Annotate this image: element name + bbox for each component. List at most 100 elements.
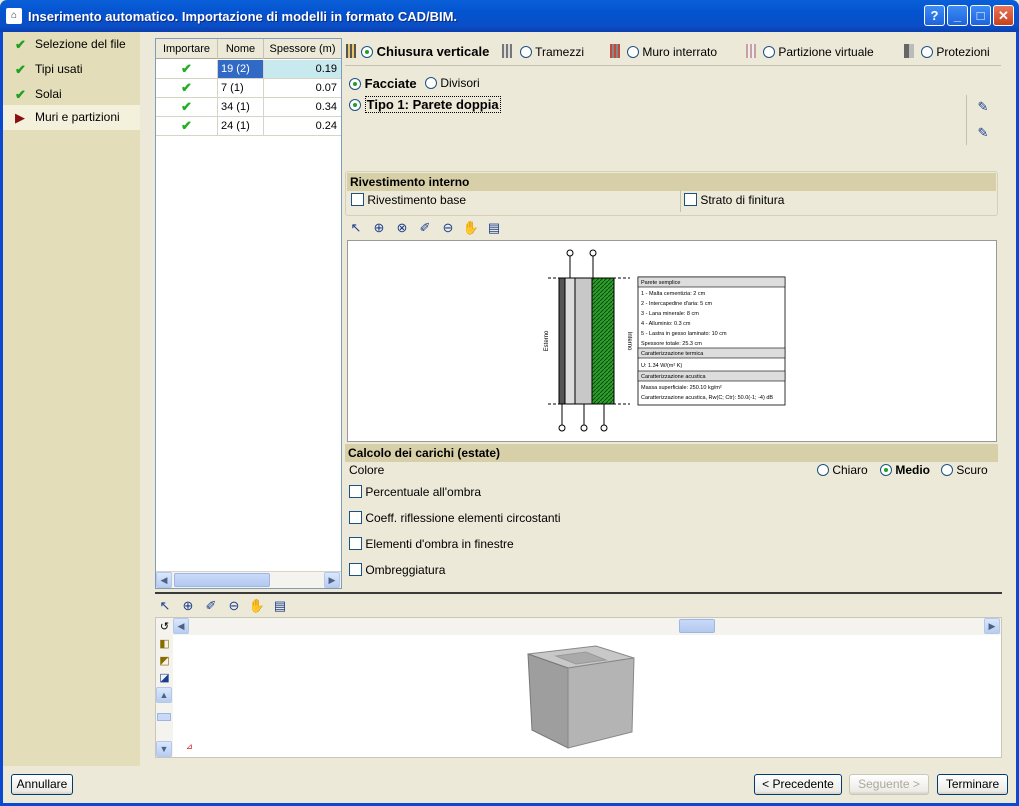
select-icon[interactable]: ↖ [347, 219, 365, 237]
view-3d-hscrollbar[interactable]: ◀ ▶ [173, 618, 1001, 635]
rotate-icon[interactable]: ↺ [156, 618, 173, 634]
select-3d-icon[interactable]: ↖ [156, 597, 174, 615]
elementi-ombra-checkbox[interactable]: Elementi d'ombra in finestre [349, 537, 514, 551]
row-spessore: 0.19 [264, 60, 341, 78]
legend-layer: 5 - Lastra in gesso laminato: 10 cm [641, 331, 727, 337]
table-hscrollbar[interactable]: ◀ ▶ [156, 571, 341, 588]
colore-label: Colore [349, 463, 385, 477]
table-row[interactable]: ✔ 24 (1) 0.24 [156, 117, 341, 136]
scroll-left-icon[interactable]: ◀ [156, 572, 172, 588]
help-button[interactable]: ? [924, 5, 945, 26]
sidebar-item-selezione-file[interactable]: ✔ Selezione del file [3, 32, 140, 57]
col-header-spessore[interactable]: Spessore (m) [264, 39, 341, 59]
view-front-icon[interactable]: ◧ [156, 635, 173, 651]
previous-button[interactable]: < Precedente [754, 774, 842, 795]
divider [680, 190, 681, 212]
type-item-1[interactable]: Tipo 1: Parete doppia [349, 96, 501, 113]
import-check-icon[interactable]: ✔ [156, 79, 218, 97]
subtype-divisori[interactable]: Divisori [425, 76, 480, 90]
rivestimento-base-checkbox[interactable]: Rivestimento base [351, 193, 466, 207]
type-item-label: Tipo 1: Parete doppia [364, 96, 501, 113]
maximize-button[interactable]: □ [970, 5, 991, 26]
sidebar-item-tipi-usati[interactable]: ✔ Tipi usati [3, 57, 140, 82]
table-row[interactable]: ✔ 7 (1) 0.07 [156, 79, 341, 98]
cancel-button[interactable]: Annullare [11, 774, 73, 795]
subtype-facciate[interactable]: Facciate [349, 76, 417, 91]
scroll-up-icon[interactable]: ▲ [156, 687, 172, 703]
strato-finitura-checkbox[interactable]: Strato di finitura [684, 193, 784, 207]
splitter[interactable] [155, 592, 1002, 594]
pan-hand-icon[interactable]: ✋ [462, 219, 480, 237]
finish-button[interactable]: Terminare [937, 774, 1008, 795]
wall-type-tramezzi[interactable]: Tramezzi [520, 45, 584, 59]
pan-hand-3d-icon[interactable]: ✋ [248, 597, 266, 615]
view-3d[interactable]: ↺ ◧ ◩ ◪ ▲ ▼ ◀ ▶ ⊿ [155, 617, 1002, 758]
legend-title: Parete semplice [641, 280, 680, 286]
percentuale-ombra-checkbox[interactable]: Percentuale all'ombra [349, 485, 481, 499]
divider [345, 65, 1001, 66]
print-icon[interactable]: ▤ [485, 219, 503, 237]
scroll-right-icon[interactable]: ▶ [324, 572, 340, 588]
import-check-icon[interactable]: ✔ [156, 117, 218, 135]
title-bar: ⌂ Inserimento automatico. Importazione d… [0, 0, 1019, 32]
colore-chiaro[interactable]: Chiaro [817, 463, 868, 477]
measure-icon[interactable]: ✐ [416, 219, 434, 237]
edit-icon[interactable]: ✎ [974, 98, 992, 116]
edit-copy-icon[interactable]: ✎ [974, 124, 992, 142]
radio-label: Medio [895, 463, 931, 477]
legend-thermal-title: Caratterizzazione termica [641, 351, 704, 357]
radio-icon [817, 464, 829, 476]
walls-table: Importare Nome Spessore (m) ✔ 19 (2) 0.1… [155, 38, 342, 589]
wall-type-label: Protezioni [936, 45, 990, 59]
arrow-right-icon: ▶ [15, 110, 25, 125]
radio-label: Scuro [956, 463, 988, 477]
subtype-label: Divisori [440, 76, 480, 90]
sidebar-item-muri-partizioni[interactable]: ▶ Muri e partizioni [3, 105, 140, 130]
scroll-thumb[interactable] [157, 713, 171, 721]
col-header-nome[interactable]: Nome [218, 39, 264, 59]
wall-type-chiusura[interactable]: Chiusura verticale [361, 44, 489, 59]
scroll-thumb[interactable] [679, 619, 715, 633]
wall-type-interrato[interactable]: Muro interrato [627, 45, 717, 59]
legend-acoustic-title: Caratterizzazione acustica [641, 374, 706, 380]
radio-icon [941, 464, 953, 476]
close-button[interactable]: ✕ [993, 5, 1014, 26]
zoom-out-3d-icon[interactable]: ⊖ [225, 597, 243, 615]
table-row[interactable]: ✔ 19 (2) 0.19 [156, 60, 341, 79]
wall-type-protezioni[interactable]: Protezioni [921, 45, 990, 59]
zoom-out-icon[interactable]: ⊖ [439, 219, 457, 237]
measure-3d-icon[interactable]: ✐ [202, 597, 220, 615]
checkbox-icon [349, 563, 362, 576]
sidebar-item-label: Selezione del file [35, 37, 126, 51]
colore-medio[interactable]: Medio [880, 463, 930, 477]
print-3d-icon[interactable]: ▤ [271, 597, 289, 615]
zoom-2x-icon[interactable]: ⊗ [393, 219, 411, 237]
import-check-icon[interactable]: ✔ [156, 60, 218, 78]
view-3d-vscrollbar[interactable]: ↺ ◧ ◩ ◪ ▲ ▼ [156, 618, 173, 757]
scroll-thumb[interactable] [174, 573, 270, 587]
check-icon: ✔ [15, 37, 26, 52]
scroll-left-icon[interactable]: ◀ [173, 618, 189, 634]
legend-total: Spessore totale: 25.3 cm [641, 341, 702, 347]
ombreggiatura-checkbox[interactable]: Ombreggiatura [349, 563, 445, 577]
radio-icon [520, 46, 532, 58]
zoom-window-icon[interactable]: ⊕ [370, 219, 388, 237]
sidebar-item-solai[interactable]: ✔ Solai [3, 82, 140, 107]
sidebar-item-label: Tipi usati [35, 62, 83, 76]
coeff-riflessione-checkbox[interactable]: Coeff. riflessione elementi circostanti [349, 511, 561, 525]
wall-type-virtuale[interactable]: Partizione virtuale [763, 45, 874, 59]
zoom-window-3d-icon[interactable]: ⊕ [179, 597, 197, 615]
building-3d-model [527, 645, 635, 749]
next-button: Seguente > [849, 774, 929, 795]
partizione-virtuale-icon [746, 44, 756, 58]
minimize-button[interactable]: _ [947, 5, 968, 26]
wall-section-drawing: Esterno Interno Parete semplice 1 - Malt… [347, 240, 997, 442]
import-check-icon[interactable]: ✔ [156, 98, 218, 116]
scroll-right-icon[interactable]: ▶ [984, 618, 1000, 634]
view-iso-icon[interactable]: ◪ [156, 669, 173, 685]
colore-scuro[interactable]: Scuro [941, 463, 988, 477]
scroll-down-icon[interactable]: ▼ [156, 741, 172, 757]
col-header-importare[interactable]: Importare [156, 39, 218, 59]
table-row[interactable]: ✔ 34 (1) 0.34 [156, 98, 341, 117]
view-top-icon[interactable]: ◩ [156, 652, 173, 668]
